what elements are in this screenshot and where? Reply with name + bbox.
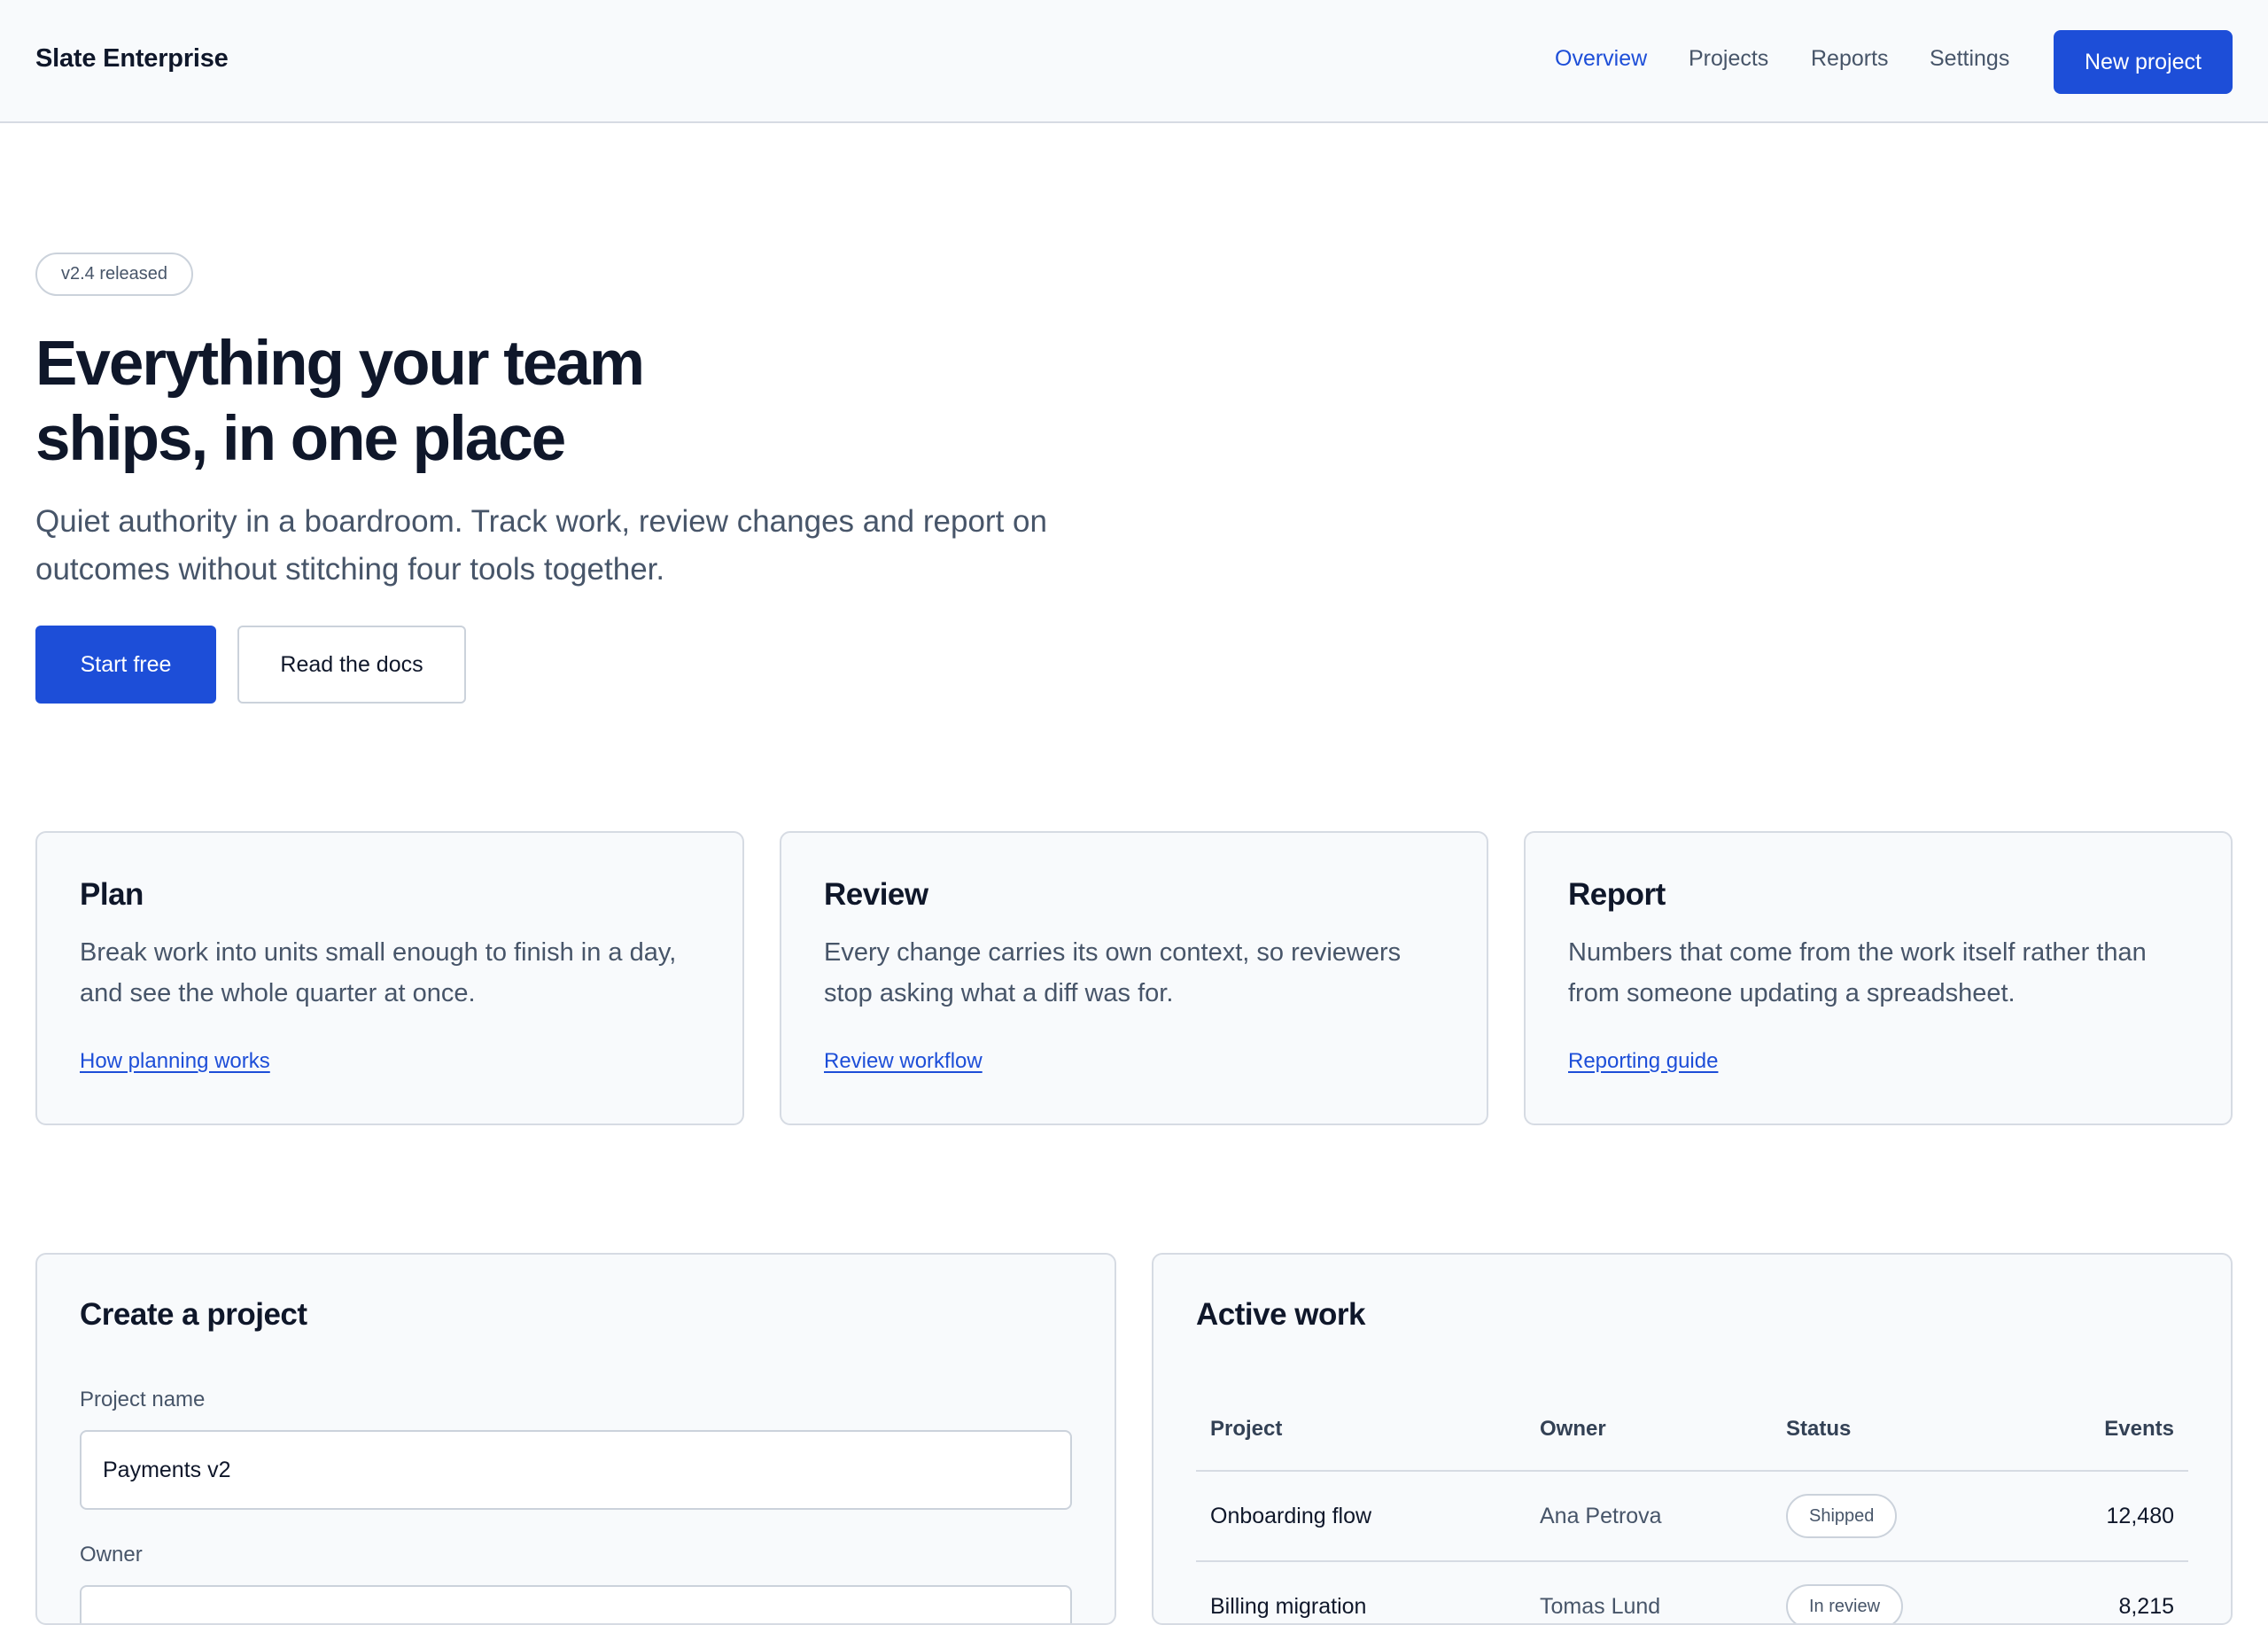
feature-card-report: Report Numbers that come from the work i… <box>1524 831 2233 1125</box>
feature-card-body-line: Numbers that come from the work itself r… <box>1568 938 2147 967</box>
feature-card-body-line: from someone updating a spreadsheet. <box>1568 979 2016 1007</box>
create-project-panel: Create a project Project name Owner <box>35 1253 1116 1625</box>
nav-projects[interactable]: Projects <box>1689 46 1768 72</box>
start-free-button[interactable]: Start free <box>35 626 216 704</box>
active-work-table: Project Owner Status Events Onboarding f… <box>1196 1388 2188 1623</box>
feature-card-body-line: and see the whole quarter at once. <box>80 979 476 1007</box>
hero-title-line-2: ships, in one place <box>35 404 566 474</box>
feature-card-title: Report <box>1568 877 1666 912</box>
feature-card-body-line: Break work into units small enough to fi… <box>80 938 677 967</box>
brand-name[interactable]: Slate Enterprise <box>35 44 229 74</box>
hero-subtitle-line-1: Quiet authority in a boardroom. Track wo… <box>35 504 1047 539</box>
active-work-panel: Active work Project Owner Status Events … <box>1152 1253 2233 1625</box>
cell-status: In review <box>1772 1561 2011 1623</box>
feature-card-title: Review <box>824 877 928 912</box>
feature-card-body-line: Every change carries its own context, so… <box>824 938 1402 967</box>
hero-subtitle-line-2: outcomes without stitching four tools to… <box>35 552 665 587</box>
column-header-events[interactable]: Events <box>2011 1388 2188 1472</box>
feature-card-body: Numbers that come from the work itself r… <box>1568 932 2188 1014</box>
status-badge: In review <box>1786 1584 1904 1623</box>
owner-label: Owner <box>80 1543 143 1567</box>
status-badge: Shipped <box>1786 1494 1898 1538</box>
hero-title-line-1: Everything your team <box>35 329 645 399</box>
project-name-input[interactable] <box>80 1430 1072 1510</box>
feature-card-body: Break work into units small enough to fi… <box>80 932 700 1014</box>
cell-status: Shipped <box>1772 1471 2011 1562</box>
feature-card-plan: Plan Break work into units small enough … <box>35 831 744 1125</box>
hero-title: Everything your team ships, in one place <box>35 326 833 477</box>
read-docs-button[interactable]: Read the docs <box>237 626 466 704</box>
reporting-guide-link[interactable]: Reporting guide <box>1568 1049 1718 1074</box>
nav-settings[interactable]: Settings <box>1930 46 2009 72</box>
table-row[interactable]: Onboarding flow Ana Petrova Shipped 12,4… <box>1196 1471 2188 1562</box>
column-header-status[interactable]: Status <box>1772 1388 2011 1472</box>
active-work-title: Active work <box>1196 1297 1365 1332</box>
feature-card-title: Plan <box>80 877 144 912</box>
review-workflow-link[interactable]: Review workflow <box>824 1049 983 1074</box>
feature-card-body-line: stop asking what a diff was for. <box>824 979 1174 1007</box>
cell-events: 8,215 <box>2011 1561 2188 1623</box>
owner-field[interactable] <box>80 1585 1072 1623</box>
how-planning-works-link[interactable]: How planning works <box>80 1049 270 1074</box>
feature-card-review: Review Every change carries its own cont… <box>780 831 1488 1125</box>
release-badge: v2.4 released <box>35 253 193 296</box>
new-project-button[interactable]: New project <box>2054 30 2233 94</box>
hero-subtitle: Quiet authority in a boardroom. Track wo… <box>35 498 1099 594</box>
cell-owner: Tomas Lund <box>1526 1561 1772 1623</box>
nav-reports[interactable]: Reports <box>1811 46 1889 72</box>
cell-project: Onboarding flow <box>1196 1471 1526 1562</box>
feature-card-body: Every change carries its own context, so… <box>824 932 1444 1014</box>
cell-owner: Ana Petrova <box>1526 1471 1772 1562</box>
top-navigation-bar: Slate Enterprise Overview Projects Repor… <box>0 0 2268 123</box>
column-header-project[interactable]: Project <box>1196 1388 1526 1472</box>
create-project-title: Create a project <box>80 1297 307 1332</box>
column-header-owner[interactable]: Owner <box>1526 1388 1772 1472</box>
project-name-label: Project name <box>80 1388 206 1411</box>
table-header-row: Project Owner Status Events <box>1196 1388 2188 1472</box>
cell-events: 12,480 <box>2011 1471 2188 1562</box>
cell-project: Billing migration <box>1196 1561 1526 1623</box>
nav-overview[interactable]: Overview <box>1555 46 1647 72</box>
table-row[interactable]: Billing migration Tomas Lund In review 8… <box>1196 1561 2188 1623</box>
